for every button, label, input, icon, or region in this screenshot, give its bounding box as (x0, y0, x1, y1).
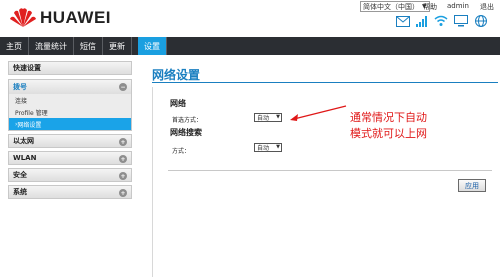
annotation-text: 通常情况下自动 模式就可以上网 (350, 110, 427, 142)
preferred-mode-label: 首选方式： (172, 117, 203, 124)
sidebar-item-dialup[interactable]: 拨号 − (9, 80, 131, 94)
wifi-icon (434, 15, 448, 26)
preferred-mode-value: 自动 (257, 115, 270, 122)
chevron-down-icon: ▼ (276, 144, 280, 150)
network-section-title: 网络 (170, 99, 186, 108)
header: HUAWEI 简体中文（中国） ▼ 帮助 admin 退出 (0, 0, 500, 36)
nav-item-update[interactable]: 更新 (103, 37, 132, 55)
signal-strength-icon (416, 16, 427, 27)
sidebar-subitem-profile[interactable]: Profile 管理 (9, 106, 131, 118)
annotation-line-1: 通常情况下自动 (350, 111, 427, 124)
sidebar-item-wlan[interactable]: WLAN + (8, 151, 132, 165)
nav-item-home[interactable]: 主页 (0, 37, 29, 55)
mail-icon[interactable] (396, 15, 410, 27)
computer-icon (454, 15, 468, 27)
help-link[interactable]: 帮助 (423, 2, 437, 12)
sidebar: 快速设置 拨号 − 连接 Profile 管理 › 网络设置 以太网 + WLA… (8, 61, 132, 202)
sidebar-subitem-connection[interactable]: 连接 (9, 94, 131, 106)
title-divider (152, 82, 498, 83)
sidebar-item-security[interactable]: 安全 + (8, 168, 132, 182)
chevron-down-icon: ▼ (276, 114, 280, 120)
user-name: admin (447, 2, 469, 10)
search-mode-select[interactable]: 自动 ▼ (254, 143, 282, 152)
search-mode-value: 自动 (257, 145, 270, 152)
nav-item-settings[interactable]: 设置 (138, 37, 167, 55)
sidebar-item-label: 安全 (13, 171, 27, 179)
sidebar-item-label: 拨号 (13, 83, 27, 91)
main-nav: 主页 流量统计 短信 更新 设置 (0, 37, 500, 55)
sidebar-item-system[interactable]: 系统 + (8, 185, 132, 199)
status-icons (396, 13, 488, 29)
sidebar-item-ethernet[interactable]: 以太网 + (8, 134, 132, 148)
brand-name: HUAWEI (40, 8, 111, 27)
sidebar-group-dialup: 拨号 − 连接 Profile 管理 › 网络设置 (8, 79, 132, 131)
logout-link[interactable]: 退出 (480, 2, 494, 12)
expand-icon[interactable]: + (119, 138, 127, 146)
nav-item-sms[interactable]: 短信 (74, 37, 103, 55)
collapse-icon[interactable]: − (119, 83, 127, 91)
network-search-section-title: 网络搜索 (170, 128, 202, 137)
expand-icon[interactable]: + (119, 155, 127, 163)
apply-button[interactable]: 应用 (458, 179, 486, 192)
network-globe-icon (475, 15, 487, 27)
sidebar-item-quick-setup[interactable]: 快速设置 (8, 61, 132, 75)
search-mode-label: 方式： (172, 148, 191, 155)
sidebar-item-label: 以太网 (13, 137, 34, 145)
nav-item-statistics[interactable]: 流量统计 (29, 37, 74, 55)
preferred-mode-select[interactable]: 自动 ▼ (254, 113, 282, 122)
sidebar-item-label: 系统 (13, 188, 27, 196)
language-value: 简体中文（中国） (363, 2, 419, 11)
annotation-line-2: 模式就可以上网 (350, 127, 427, 140)
expand-icon[interactable]: + (119, 189, 127, 197)
language-select[interactable]: 简体中文（中国） ▼ (360, 1, 430, 12)
page-title: 网络设置 (152, 68, 201, 82)
sidebar-subitem-network-settings[interactable]: › 网络设置 (9, 118, 131, 130)
form-divider (168, 170, 492, 171)
sidebar-subitem-label: 网络设置 (17, 121, 42, 129)
expand-icon[interactable]: + (119, 172, 127, 180)
sidebar-item-label: 快速设置 (13, 64, 41, 72)
huawei-logo-icon (10, 8, 36, 27)
sidebar-item-label: WLAN (13, 154, 37, 162)
annotation-arrow (290, 105, 347, 121)
